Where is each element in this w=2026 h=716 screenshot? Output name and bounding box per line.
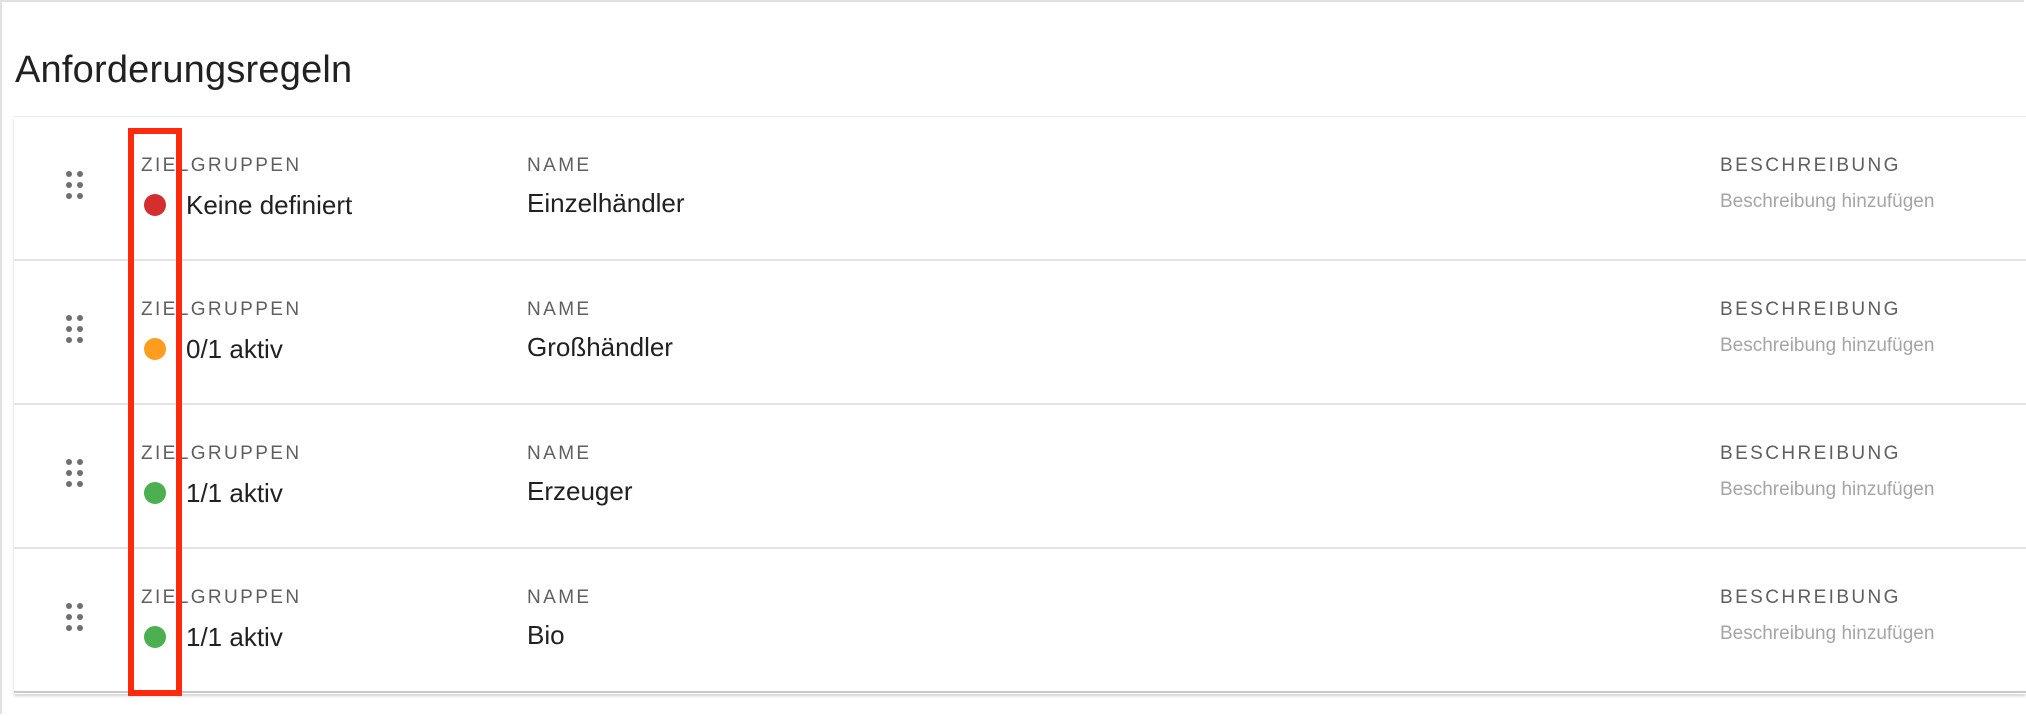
status-indicator [144, 482, 166, 504]
add-description-link[interactable]: Beschreibung hinzufügen [1720, 479, 1934, 501]
target-groups-status: 0/1 aktiv [186, 334, 283, 364]
drag-handle-dot [66, 625, 72, 631]
name-label: NAME [527, 299, 592, 320]
rule-row[interactable]: ZIELGRUPPEN 0/1 aktiv NAME Großhändler B… [14, 261, 2026, 405]
drag-handle-dot [77, 614, 83, 620]
drag-handle-dot [66, 603, 72, 609]
rule-row[interactable]: ZIELGRUPPEN 1/1 aktiv NAME Bio BESCHREIB… [14, 549, 2026, 693]
drag-handle-dot [66, 459, 72, 465]
target-groups-status: 1/1 aktiv [186, 478, 283, 508]
rule-name: Erzeuger [527, 476, 633, 506]
status-indicator [144, 626, 166, 648]
rule-name: Großhändler [527, 332, 673, 362]
drag-handle-dot [66, 193, 72, 199]
drag-handle-dot [66, 614, 72, 620]
add-description-link[interactable]: Beschreibung hinzufügen [1720, 623, 1934, 645]
drag-handle-icon[interactable] [66, 459, 88, 491]
drag-handle-dot [66, 481, 72, 487]
drag-handle-dot [66, 171, 72, 177]
drag-handle-dot [66, 470, 72, 476]
target-groups-label: ZIELGRUPPEN [141, 299, 302, 320]
target-groups-status: 1/1 aktiv [186, 622, 283, 652]
name-label: NAME [527, 443, 592, 464]
description-label: BESCHREIBUNG [1720, 587, 1901, 608]
drag-handle-dot [77, 459, 83, 465]
drag-handle-dot [66, 315, 72, 321]
drag-handle-dot [77, 315, 83, 321]
drag-handle-dot [77, 193, 83, 199]
target-groups-label: ZIELGRUPPEN [141, 155, 302, 176]
drag-handle-dot [66, 182, 72, 188]
status-indicator [144, 194, 166, 216]
name-label: NAME [527, 155, 592, 176]
drag-handle-dot [77, 171, 83, 177]
rules-list: ZIELGRUPPEN Keine definiert NAME Einzelh… [14, 116, 2026, 694]
description-label: BESCHREIBUNG [1720, 443, 1901, 464]
drag-handle-dot [66, 337, 72, 343]
target-groups-status: Keine definiert [186, 190, 353, 220]
drag-handle-dot [77, 481, 83, 487]
drag-handle-icon[interactable] [66, 603, 88, 635]
drag-handle-dot [77, 326, 83, 332]
drag-handle-icon[interactable] [66, 315, 88, 347]
name-label: NAME [527, 587, 592, 608]
rule-row[interactable]: ZIELGRUPPEN Keine definiert NAME Einzelh… [14, 117, 2026, 261]
target-groups-label: ZIELGRUPPEN [141, 587, 302, 608]
drag-handle-icon[interactable] [66, 171, 88, 203]
drag-handle-dot [66, 326, 72, 332]
drag-handle-dot [77, 470, 83, 476]
status-indicator [144, 338, 166, 360]
target-groups-label: ZIELGRUPPEN [141, 443, 302, 464]
drag-handle-dot [77, 603, 83, 609]
drag-handle-dot [77, 337, 83, 343]
drag-handle-dot [77, 625, 83, 631]
add-description-link[interactable]: Beschreibung hinzufügen [1720, 191, 1934, 213]
rule-name: Einzelhändler [527, 188, 685, 218]
drag-handle-dot [77, 182, 83, 188]
rule-name: Bio [527, 620, 565, 650]
rule-row[interactable]: ZIELGRUPPEN 1/1 aktiv NAME Erzeuger BESC… [14, 405, 2026, 549]
description-label: BESCHREIBUNG [1720, 155, 1901, 176]
page-title: Anforderungsregeln [15, 49, 353, 92]
description-label: BESCHREIBUNG [1720, 299, 1901, 320]
add-description-link[interactable]: Beschreibung hinzufügen [1720, 335, 1934, 357]
